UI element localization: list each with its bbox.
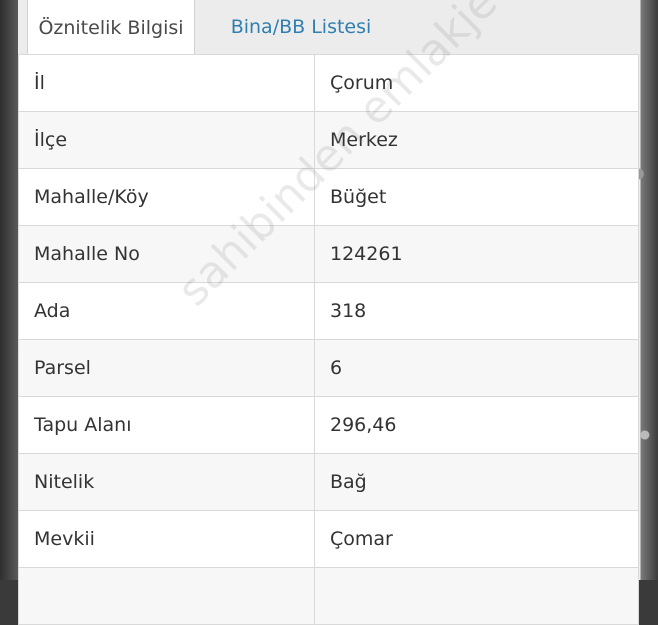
row-key: Mahalle/Köy	[18, 168, 315, 226]
row-value: 318	[314, 282, 639, 340]
row-key	[18, 567, 315, 625]
table-row: Mahalle No 124261	[18, 225, 639, 283]
tab-oznitelik-bilgisi[interactable]: Öznitelik Bilgisi	[27, 0, 195, 55]
row-value: Çomar	[314, 510, 639, 568]
row-value: 6	[314, 339, 639, 397]
table-row: Mevkii Çomar	[18, 510, 639, 568]
table-row: Nitelik Bağ	[18, 453, 639, 511]
row-key: Mahalle No	[18, 225, 315, 283]
table-row: Mahalle/Köy Büğet	[18, 168, 639, 226]
row-key: İlçe	[18, 111, 315, 169]
row-key: İl	[18, 54, 315, 112]
row-value: 296,46	[314, 396, 639, 454]
attribute-table: İl Çorum İlçe Merkez Mahalle/Köy Büğet M…	[18, 54, 639, 625]
row-key: Mevkii	[18, 510, 315, 568]
row-value: Çorum	[314, 54, 639, 112]
row-key: Tapu Alanı	[18, 396, 315, 454]
row-key: Parsel	[18, 339, 315, 397]
tab-bar: Öznitelik Bilgisi Bina/BB Listesi	[18, 0, 639, 55]
row-value	[314, 567, 639, 625]
table-row	[18, 567, 639, 625]
info-panel: Öznitelik Bilgisi Bina/BB Listesi İl Çor…	[18, 0, 639, 625]
table-row: Parsel 6	[18, 339, 639, 397]
table-row: Tapu Alanı 296,46	[18, 396, 639, 454]
table-row: Ada 318	[18, 282, 639, 340]
table-row: İlçe Merkez	[18, 111, 639, 169]
row-value: Merkez	[314, 111, 639, 169]
row-value: Bağ	[314, 453, 639, 511]
row-key: Nitelik	[18, 453, 315, 511]
tab-bina-bb-listesi[interactable]: Bina/BB Listesi	[201, 0, 401, 54]
row-key: Ada	[18, 282, 315, 340]
row-value: Büğet	[314, 168, 639, 226]
table-row: İl Çorum	[18, 54, 639, 112]
row-value: 124261	[314, 225, 639, 283]
